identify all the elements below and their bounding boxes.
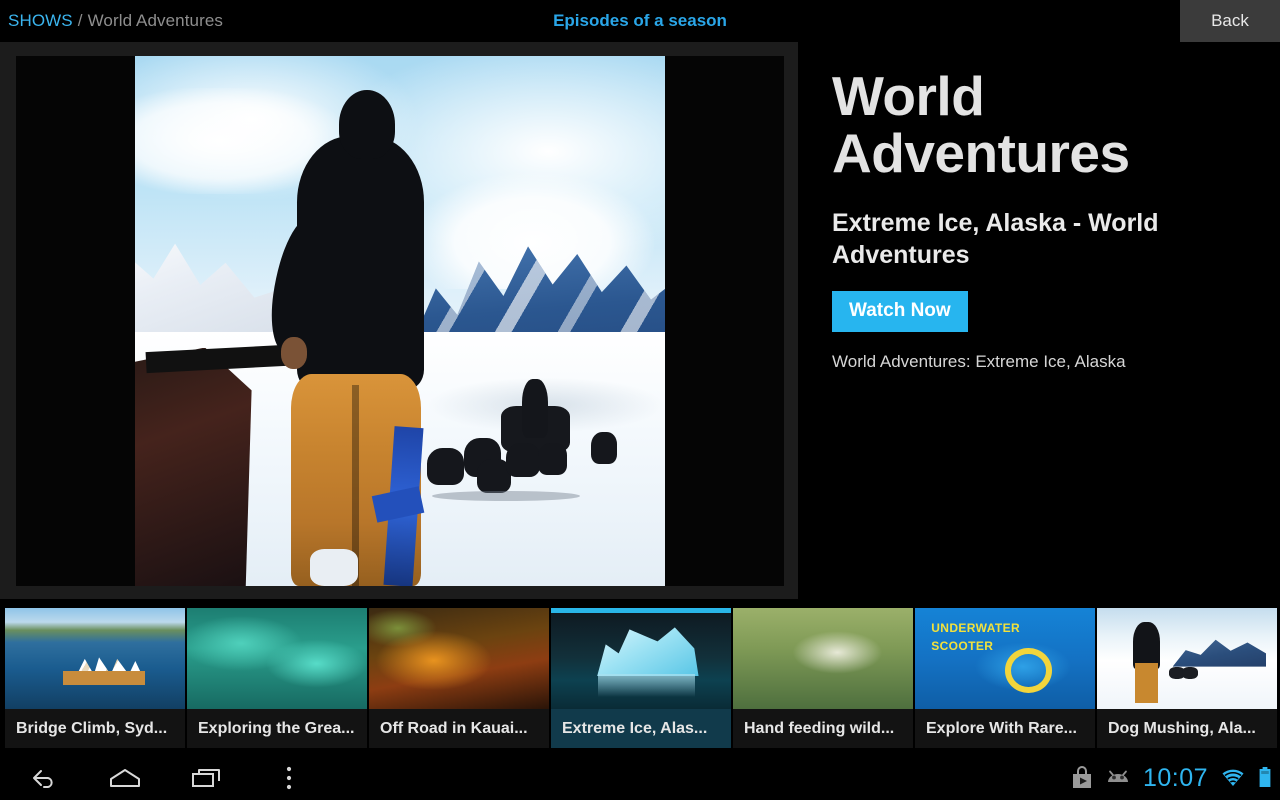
breadcrumb-shows-link[interactable]: SHOWS <box>8 11 73 31</box>
sled-dog <box>537 442 567 475</box>
episode-synopsis: World Adventures: Extreme Ice, Alaska <box>832 352 1126 372</box>
recents-nav-icon[interactable] <box>186 756 228 800</box>
scooter-ring-icon <box>1005 648 1052 693</box>
person-torso <box>296 135 424 390</box>
thumbnail-art <box>551 613 731 709</box>
thumbnail-label: Dog Mushing, Ala... <box>1108 719 1256 737</box>
thumbnail-label: Hand feeding wild... <box>744 719 895 737</box>
thumbnail-art <box>733 608 913 709</box>
thumbnail-label: Extreme Ice, Alas... <box>562 719 708 737</box>
episode-thumbnail[interactable]: Off Road in Kauai... <box>369 608 549 748</box>
top-bar: SHOWS / World Adventures Episodes of a s… <box>0 0 1280 42</box>
thumbnail-label: Bridge Climb, Syd... <box>16 719 168 737</box>
episode-thumbnail-strip[interactable]: Bridge Climb, Syd... Exploring the Grea.… <box>0 608 1280 756</box>
boot <box>309 548 358 586</box>
thumbnail-art <box>369 608 549 709</box>
video-player[interactable] <box>16 56 784 586</box>
episode-thumbnail[interactable]: UNDERWATER SCOOTER Explore With Rare... <box>915 608 1095 748</box>
status-tray: 10:07 <box>1071 756 1272 800</box>
mushing-pants <box>1134 662 1159 703</box>
android-head-icon[interactable] <box>1105 768 1131 788</box>
episode-thumbnail[interactable]: Bridge Climb, Syd... <box>5 608 185 748</box>
musher-silhouette <box>521 379 549 438</box>
overlay-line-1: UNDERWATER <box>931 621 1021 636</box>
episode-title: Extreme Ice, Alaska - World Adventures <box>832 209 1159 269</box>
episode-thumbnail[interactable]: Hand feeding wild... <box>733 608 913 748</box>
stage: World Adventures Extreme Ice, Alaska - W… <box>0 42 1280 600</box>
sled-dog <box>426 448 464 486</box>
detail-panel: World Adventures Extreme Ice, Alaska - W… <box>820 42 1280 599</box>
back-nav-icon[interactable] <box>22 756 64 800</box>
thumbnail-art <box>1097 608 1277 709</box>
thumbnail-label: Explore With Rare... <box>926 719 1077 737</box>
back-button-label: Back <box>1211 11 1249 30</box>
system-navigation-bar: 10:07 <box>0 756 1280 800</box>
thumbnail-art: UNDERWATER SCOOTER <box>915 608 1095 709</box>
thumbnail-overlay-text: UNDERWATER SCOOTER <box>931 620 1020 655</box>
mushing-dog <box>1181 666 1198 679</box>
battery-full-icon <box>1258 766 1272 790</box>
person-hand <box>280 336 308 369</box>
home-nav-icon[interactable] <box>104 756 146 800</box>
foreground-gear <box>135 347 252 586</box>
wifi-icon <box>1220 767 1246 789</box>
hero-scene-image <box>135 56 665 586</box>
overflow-menu-icon[interactable] <box>268 756 310 800</box>
page-title-text: Episodes of a season <box>553 11 727 30</box>
dog-shadow <box>431 490 581 502</box>
breadcrumb-current: World Adventures <box>87 11 224 30</box>
thumbnail-label: Off Road in Kauai... <box>380 719 528 737</box>
overlay-line-2: SCOOTER <box>931 638 994 653</box>
breadcrumb: SHOWS / World Adventures <box>8 0 223 42</box>
episode-thumbnail[interactable]: Dog Mushing, Ala... <box>1097 608 1277 748</box>
breadcrumb-separator: / <box>77 11 83 30</box>
sled-dog <box>506 442 541 478</box>
back-button[interactable]: Back <box>1180 0 1280 42</box>
watch-now-button[interactable]: Watch Now <box>832 291 968 333</box>
thumbnail-label: Exploring the Grea... <box>198 719 355 737</box>
thumbnail-art <box>5 608 185 709</box>
status-clock: 10:07 <box>1142 763 1208 792</box>
thumbnail-art <box>187 608 367 709</box>
sled-dog <box>590 432 618 465</box>
show-title: World Adventures <box>832 65 1130 185</box>
person-head <box>339 90 395 160</box>
episode-thumbnail[interactable]: Exploring the Grea... <box>187 608 367 748</box>
video-panel <box>0 42 798 599</box>
nav-button-group <box>0 756 310 800</box>
episode-thumbnail-selected[interactable]: Extreme Ice, Alas... <box>551 608 731 748</box>
play-store-icon[interactable] <box>1071 766 1093 790</box>
